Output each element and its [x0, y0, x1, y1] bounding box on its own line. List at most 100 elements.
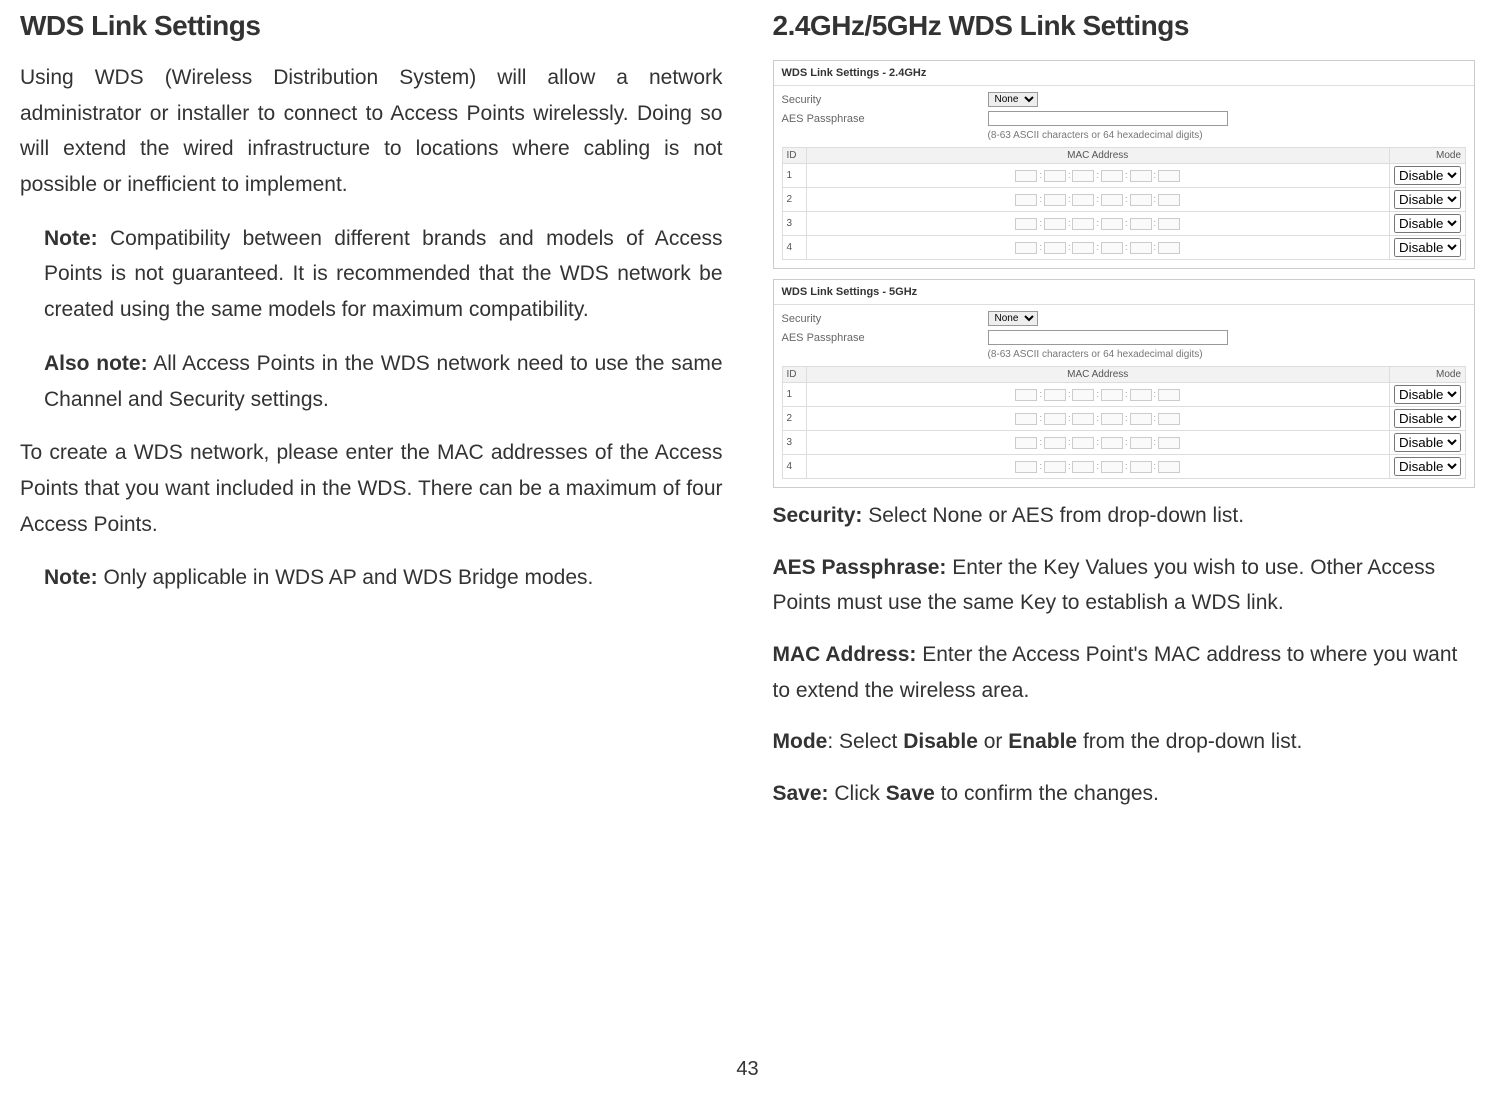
mac-octet-input[interactable]: [1130, 413, 1152, 425]
def-mode-sep: : Select: [827, 730, 903, 753]
security-row-24: Security None: [782, 90, 1467, 109]
mac-octet-input[interactable]: [1044, 413, 1066, 425]
aes-label-24: AES Passphrase: [782, 113, 982, 125]
mac-octet-input[interactable]: [1015, 437, 1037, 449]
right-column: 2.4GHz/5GHz WDS Link Settings WDS Link S…: [773, 10, 1476, 828]
table-row: 4 ::::: Disable: [782, 455, 1466, 479]
mac-octet-input[interactable]: [1044, 242, 1066, 254]
mac-octet-input[interactable]: [1158, 389, 1180, 401]
mac-octet-input[interactable]: [1072, 218, 1094, 230]
mode-select[interactable]: Disable: [1394, 238, 1461, 257]
table-row: 3 ::::: Disable: [782, 212, 1466, 236]
def-security-text: Select None or AES from drop-down list.: [862, 504, 1244, 527]
mac-octet-input[interactable]: [1044, 461, 1066, 473]
aes-row-24: AES Passphrase: [782, 109, 1467, 128]
left-column: WDS Link Settings Using WDS (Wireless Di…: [20, 10, 723, 828]
mode-select[interactable]: Disable: [1394, 385, 1461, 404]
mac-cell: :::::: [806, 212, 1390, 236]
def-mode: Mode: Select Disable or Enable from the …: [773, 724, 1476, 760]
aes-input-24[interactable]: [988, 111, 1228, 126]
mac-octet-input[interactable]: [1158, 413, 1180, 425]
mac-octet-input[interactable]: [1158, 170, 1180, 182]
mac-octet-input[interactable]: [1158, 194, 1180, 206]
security-select-5[interactable]: None: [988, 311, 1038, 326]
mode-select[interactable]: Disable: [1394, 166, 1461, 185]
mac-cell: :::::: [806, 407, 1390, 431]
mac-octet-input[interactable]: [1044, 218, 1066, 230]
mac-octet-input[interactable]: [1015, 389, 1037, 401]
mac-octet-input[interactable]: [1044, 389, 1066, 401]
def-mode-text: from the drop-down list.: [1077, 730, 1302, 753]
mac-octet-input[interactable]: [1101, 242, 1123, 254]
table-row: 4 ::::: Disable: [782, 236, 1466, 260]
mac-octet-input[interactable]: [1072, 194, 1094, 206]
security-label-24: Security: [782, 94, 982, 106]
row-id: 4: [782, 236, 806, 260]
mac-octet-input[interactable]: [1130, 389, 1152, 401]
mac-octet-input[interactable]: [1130, 461, 1152, 473]
mode-select[interactable]: Disable: [1394, 214, 1461, 233]
mode-select[interactable]: Disable: [1394, 190, 1461, 209]
mac-octet-input[interactable]: [1101, 218, 1123, 230]
mac-octet-input[interactable]: [1015, 413, 1037, 425]
mac-table-5: ID MAC Address Mode 1 ::::: Disable 2 ::…: [782, 366, 1467, 479]
mac-octet-input[interactable]: [1015, 242, 1037, 254]
mac-octet-input[interactable]: [1044, 170, 1066, 182]
mac-octet-input[interactable]: [1072, 461, 1094, 473]
mac-octet-input[interactable]: [1044, 437, 1066, 449]
mac-cell: :::::: [806, 188, 1390, 212]
mac-octet-input[interactable]: [1158, 242, 1180, 254]
panel-24-body: Security None AES Passphrase (8-63 ASCII…: [774, 86, 1475, 268]
panel-5-body: Security None AES Passphrase (8-63 ASCII…: [774, 305, 1475, 487]
mac-octet-input[interactable]: [1130, 437, 1152, 449]
table-row: 1 ::::: Disable: [782, 383, 1466, 407]
mac-octet-input[interactable]: [1015, 461, 1037, 473]
mac-octet-input[interactable]: [1101, 437, 1123, 449]
note-2: Also note: All Access Points in the WDS …: [44, 346, 723, 417]
def-save-label: Save:: [773, 782, 829, 805]
mac-octet-input[interactable]: [1101, 461, 1123, 473]
mode-select[interactable]: Disable: [1394, 457, 1461, 476]
mac-octet-input[interactable]: [1101, 194, 1123, 206]
def-mac: MAC Address: Enter the Access Point's MA…: [773, 637, 1476, 708]
mac-octet-input[interactable]: [1130, 242, 1152, 254]
def-mode-opt2: Enable: [1008, 730, 1077, 753]
note-3-text: Only applicable in WDS AP and WDS Bridge…: [98, 566, 594, 589]
wds-panel-24ghz: WDS Link Settings - 2.4GHz Security None…: [773, 60, 1476, 269]
mac-cell: :::::: [806, 383, 1390, 407]
mac-cell: :::::: [806, 455, 1390, 479]
instructions-paragraph: To create a WDS network, please enter th…: [20, 435, 723, 542]
mac-octet-input[interactable]: [1130, 218, 1152, 230]
mac-octet-input[interactable]: [1130, 194, 1152, 206]
aes-row-5: AES Passphrase: [782, 328, 1467, 347]
mac-octet-input[interactable]: [1072, 413, 1094, 425]
mac-octet-input[interactable]: [1015, 194, 1037, 206]
col-mode-5: Mode: [1390, 367, 1466, 383]
def-mac-label: MAC Address:: [773, 643, 917, 666]
row-id: 4: [782, 455, 806, 479]
aes-hint-row-24: (8-63 ASCII characters or 64 hexadecimal…: [782, 128, 1467, 143]
mac-octet-input[interactable]: [1101, 170, 1123, 182]
mode-select[interactable]: Disable: [1394, 409, 1461, 428]
mac-octet-input[interactable]: [1158, 461, 1180, 473]
mac-octet-input[interactable]: [1015, 170, 1037, 182]
mac-octet-input[interactable]: [1101, 413, 1123, 425]
col-mac-24: MAC Address: [806, 148, 1390, 164]
security-select-24[interactable]: None: [988, 92, 1038, 107]
mac-octet-input[interactable]: [1130, 170, 1152, 182]
mac-octet-input[interactable]: [1158, 218, 1180, 230]
mac-octet-input[interactable]: [1072, 437, 1094, 449]
aes-input-5[interactable]: [988, 330, 1228, 345]
mac-octet-input[interactable]: [1015, 218, 1037, 230]
aes-hint-24: (8-63 ASCII characters or 64 hexadecimal…: [988, 130, 1203, 141]
mac-octet-input[interactable]: [1072, 242, 1094, 254]
mode-select[interactable]: Disable: [1394, 433, 1461, 452]
mac-octet-input[interactable]: [1101, 389, 1123, 401]
def-save: Save: Click Save to confirm the changes.: [773, 776, 1476, 812]
note-3-label: Note:: [44, 566, 98, 589]
mac-octet-input[interactable]: [1158, 437, 1180, 449]
mac-octet-input[interactable]: [1044, 194, 1066, 206]
mac-octet-input[interactable]: [1072, 170, 1094, 182]
def-mode-or: or: [978, 730, 1008, 753]
mac-octet-input[interactable]: [1072, 389, 1094, 401]
